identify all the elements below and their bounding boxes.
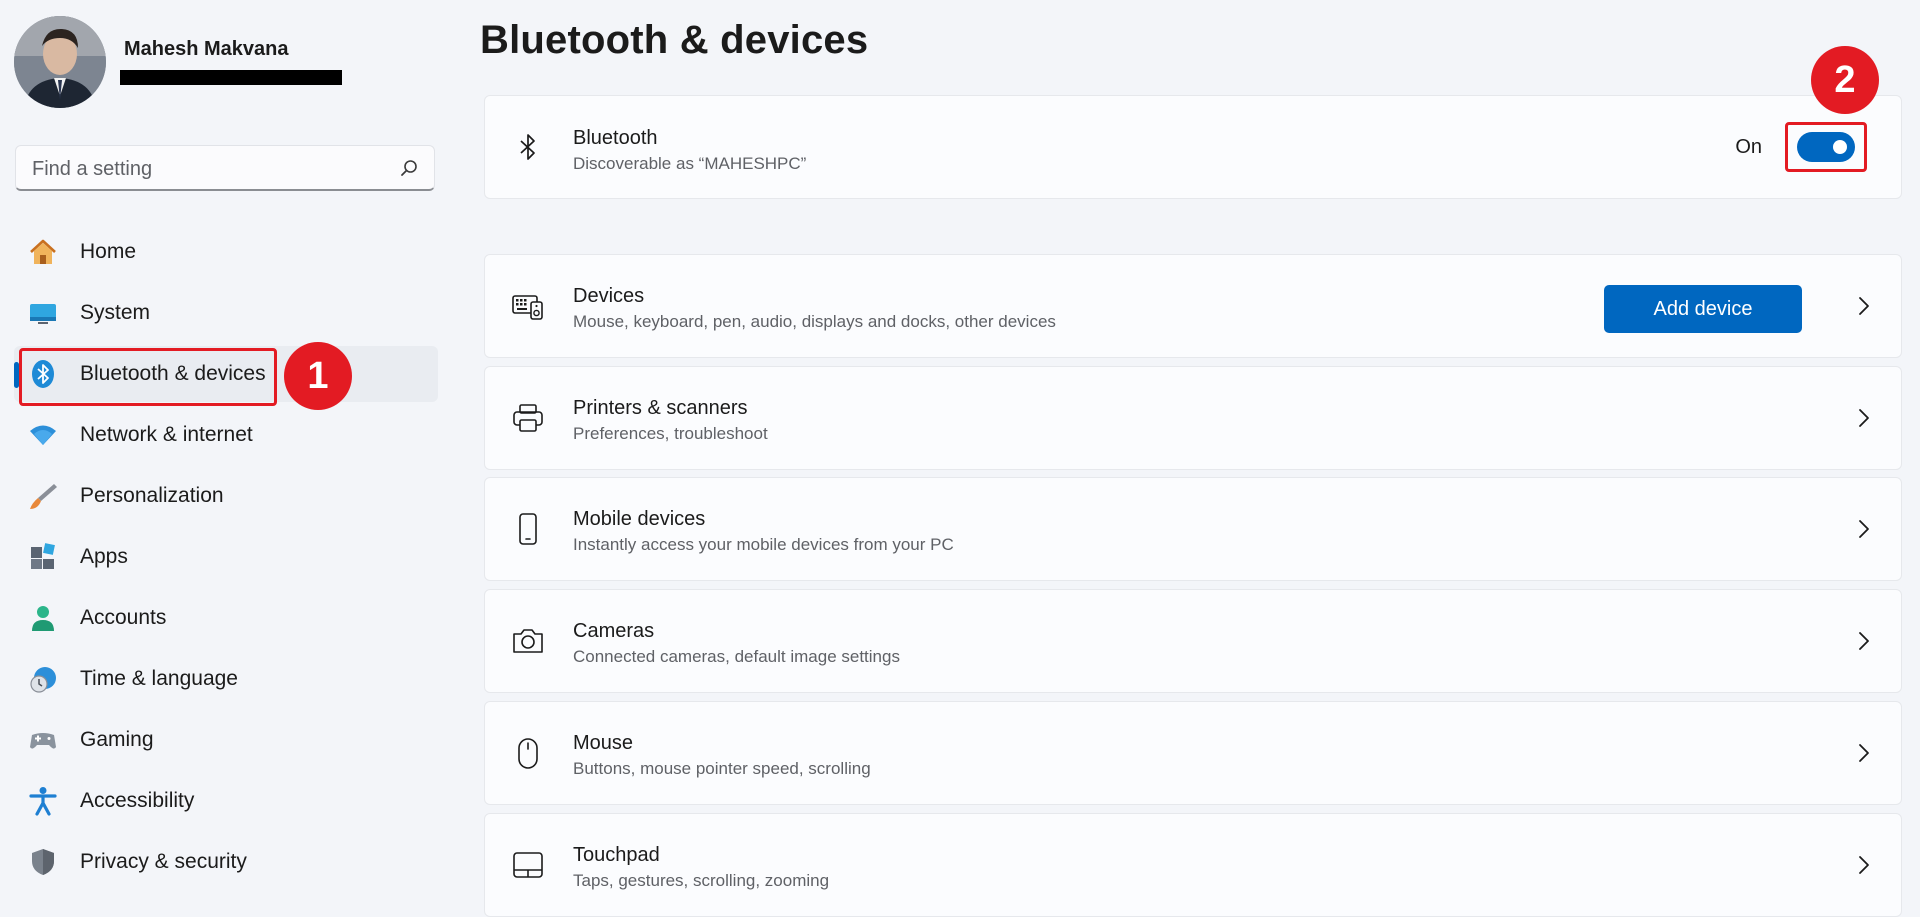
sidebar-item-label: Apps	[80, 545, 128, 568]
sidebar-item-label: Home	[80, 240, 137, 263]
wifi-icon	[30, 425, 56, 445]
sidebar-item-accounts[interactable]: Accounts	[14, 590, 438, 646]
bluetooth-icon	[520, 134, 535, 160]
sidebar-item-label: Accounts	[80, 606, 167, 629]
bluetooth-subtitle: Discoverable as “MAHESHPC”	[573, 154, 807, 173]
devices-subtitle: Mouse, keyboard, pen, audio, displays an…	[573, 312, 1056, 331]
bluetooth-title: Bluetooth	[573, 127, 658, 149]
callout-number-1: 1	[284, 342, 352, 410]
sidebar-item-time-language[interactable]: Time & language	[14, 651, 438, 707]
sidebar-item-privacy-security[interactable]: Privacy & security	[14, 834, 438, 890]
search-icon[interactable]	[400, 159, 418, 177]
home-icon	[30, 239, 56, 264]
callout-number-2: 2	[1811, 46, 1879, 114]
camera-icon	[513, 629, 543, 653]
row-title: Printers & scanners	[573, 397, 748, 419]
row-subtitle: Buttons, mouse pointer speed, scrolling	[573, 759, 871, 778]
gamepad-icon	[30, 733, 56, 749]
mouse-card[interactable]: Mouse Buttons, mouse pointer speed, scro…	[484, 701, 1902, 805]
sidebar-item-gaming[interactable]: Gaming	[14, 712, 438, 768]
sidebar-item-network-internet[interactable]: Network & internet	[14, 407, 438, 463]
bluetooth-toggle-label: On	[1735, 136, 1762, 158]
sidebar-item-label: System	[80, 301, 151, 324]
shield-icon	[32, 849, 54, 875]
chevron-right-icon	[1859, 297, 1869, 315]
sidebar-item-label: Network & internet	[80, 423, 253, 446]
row-title: Touchpad	[573, 844, 660, 866]
sidebar-item-label: Privacy & security	[80, 850, 247, 873]
chevron-right-icon	[1859, 744, 1869, 762]
sidebar-item-personalization[interactable]: Personalization	[14, 468, 438, 524]
printer-icon	[513, 404, 543, 432]
chevron-right-icon	[1859, 520, 1869, 538]
callout-highlight-bluetooth-devices	[19, 348, 277, 406]
search-input[interactable]	[30, 146, 394, 192]
row-subtitle: Instantly access your mobile devices fro…	[573, 535, 954, 554]
bluetooth-card: Bluetooth Discoverable as “MAHESHPC” On	[484, 95, 1902, 199]
sidebar-item-label: Gaming	[80, 728, 154, 751]
clock-globe-icon	[30, 667, 56, 693]
avatar[interactable]	[14, 16, 106, 108]
callout-highlight-toggle	[1785, 122, 1867, 172]
mobile-devices-card[interactable]: Mobile devices Instantly access your mob…	[484, 477, 1902, 581]
apps-icon	[31, 543, 55, 569]
redacted-email	[120, 70, 342, 85]
touchpad-icon	[513, 852, 543, 878]
sidebar-item-label: Personalization	[80, 484, 224, 507]
person-icon	[32, 606, 54, 631]
phone-icon	[519, 513, 537, 545]
row-subtitle: Connected cameras, default image setting…	[573, 647, 900, 666]
row-title: Mouse	[573, 732, 634, 754]
row-title: Cameras	[573, 620, 655, 642]
sidebar-item-label: Accessibility	[80, 789, 195, 812]
chevron-right-icon	[1859, 409, 1869, 427]
chevron-right-icon	[1859, 856, 1869, 874]
row-subtitle: Taps, gestures, scrolling, zooming	[573, 871, 830, 890]
accessibility-icon	[29, 787, 57, 816]
user-name: Mahesh Makvana	[124, 38, 289, 60]
page-title: Bluetooth & devices	[480, 18, 869, 62]
search-box[interactable]	[15, 145, 435, 192]
row-subtitle: Preferences, troubleshoot	[573, 424, 768, 443]
sidebar-item-accessibility[interactable]: Accessibility	[14, 773, 438, 829]
monitor-icon	[30, 304, 56, 324]
sidebar-item-apps[interactable]: Apps	[14, 529, 438, 585]
sidebar-item-system[interactable]: System	[14, 285, 438, 341]
row-title: Mobile devices	[573, 508, 706, 530]
devices-title: Devices	[573, 285, 645, 307]
printers-scanners-card[interactable]: Printers & scanners Preferences, trouble…	[484, 366, 1902, 470]
sidebar: Mahesh Makvana Home System	[0, 0, 450, 898]
chevron-right-icon	[1859, 632, 1869, 650]
brush-icon	[30, 484, 57, 509]
avatar-photo-icon	[14, 16, 106, 108]
sidebar-item-label: Time & language	[80, 667, 238, 690]
sidebar-item-home[interactable]: Home	[14, 224, 438, 280]
mouse-icon	[518, 738, 538, 769]
keyboard-speaker-icon	[512, 295, 543, 320]
devices-card[interactable]: Devices Mouse, keyboard, pen, audio, dis…	[484, 254, 1902, 358]
touchpad-card[interactable]: Touchpad Taps, gestures, scrolling, zoom…	[484, 813, 1902, 917]
add-device-button[interactable]: Add device	[1604, 285, 1802, 333]
cameras-card[interactable]: Cameras Connected cameras, default image…	[484, 589, 1902, 693]
